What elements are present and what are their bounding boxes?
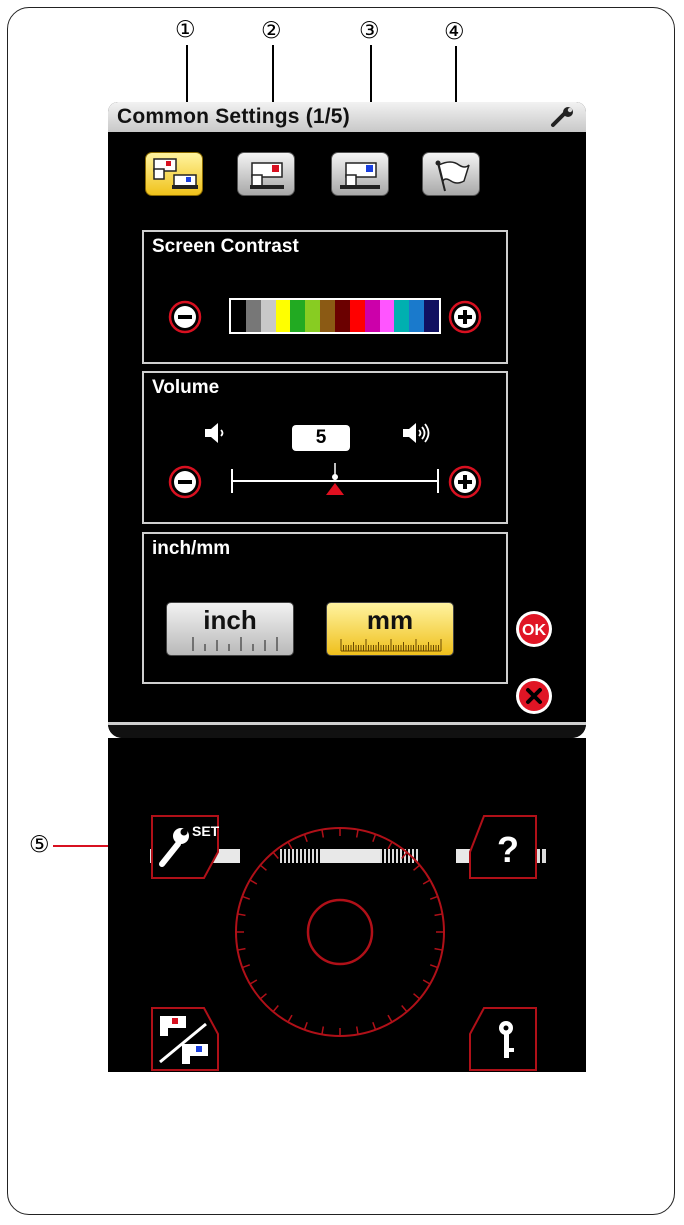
callout-2: ② (261, 18, 282, 44)
contrast-swatch (290, 300, 306, 332)
units-panel: inch/mm inch mm (142, 532, 508, 684)
volume-panel: Volume 5 (142, 371, 508, 524)
sewing-settings-icon (250, 162, 284, 189)
inch-button[interactable]: inch (166, 602, 294, 656)
contrast-swatch (394, 300, 410, 332)
screen-contrast-panel: Screen Contrast (142, 230, 508, 364)
jog-dial-icon[interactable] (230, 822, 450, 1042)
mm-label: mm (366, 605, 414, 635)
language-flag-icon (435, 160, 470, 192)
contrast-swatch (275, 300, 291, 332)
wrench-icon (551, 107, 573, 127)
tab-common-settings[interactable] (145, 152, 203, 196)
tab-language[interactable] (422, 152, 480, 196)
contrast-swatch (424, 300, 440, 332)
callout-4: ④ (444, 19, 465, 45)
lower-control-panel: SET ? (108, 738, 586, 1072)
contrast-swatch (305, 300, 321, 332)
ruler-inch-icon (192, 637, 278, 651)
contrast-swatch (409, 300, 425, 332)
units-title: inch/mm (152, 538, 231, 559)
settings-screen: Common Settings (1/5) Screen Contrast Vo… (108, 102, 586, 738)
contrast-color-bar (229, 298, 441, 334)
contrast-minus-button[interactable] (168, 300, 202, 334)
volume-title: Volume (152, 377, 220, 398)
contrast-swatch (245, 300, 261, 332)
close-button[interactable] (515, 677, 553, 715)
help-button[interactable]: ? (466, 812, 540, 882)
lock-button[interactable] (466, 1004, 540, 1074)
screen-contrast-title: Screen Contrast (152, 236, 299, 257)
speaker-quiet-icon (205, 423, 224, 443)
callout-3: ③ (359, 18, 380, 44)
inch-label: inch (203, 605, 257, 635)
contrast-swatch (335, 300, 350, 332)
embroidery-settings-icon (340, 162, 380, 189)
set-label: SET (192, 823, 220, 839)
common-settings-icon (153, 158, 198, 189)
contrast-swatch (364, 300, 380, 332)
speaker-loud-icon (403, 423, 430, 443)
tab-sewing-settings[interactable] (237, 152, 295, 196)
mode-switch-button[interactable] (148, 1004, 222, 1074)
contrast-plus-button[interactable] (448, 300, 482, 334)
page-title: Common Settings (1/5) (117, 105, 350, 128)
contrast-swatch (379, 300, 395, 332)
help-icon: ? (497, 829, 519, 870)
set-button[interactable]: SET (148, 812, 222, 882)
ok-button[interactable]: OK (515, 610, 553, 648)
contrast-swatch (260, 300, 276, 332)
ruler-mm-icon (340, 639, 442, 652)
ok-label: OK (522, 622, 546, 639)
volume-plus-button[interactable] (448, 465, 482, 499)
tab-embroidery-settings[interactable] (331, 152, 389, 196)
contrast-swatch (349, 300, 365, 332)
volume-minus-button[interactable] (168, 465, 202, 499)
volume-value: 5 (292, 425, 350, 451)
contrast-swatch (231, 300, 246, 332)
mm-button[interactable]: mm (326, 602, 454, 656)
title-bar: Common Settings (1/5) (108, 102, 586, 132)
volume-slider[interactable] (230, 457, 440, 497)
callout-5: ⑤ (29, 832, 50, 858)
callout-1: ① (175, 17, 196, 43)
screen-bottom-frame (108, 722, 586, 738)
volume-slider-marker[interactable] (326, 463, 344, 495)
contrast-swatch (320, 300, 336, 332)
